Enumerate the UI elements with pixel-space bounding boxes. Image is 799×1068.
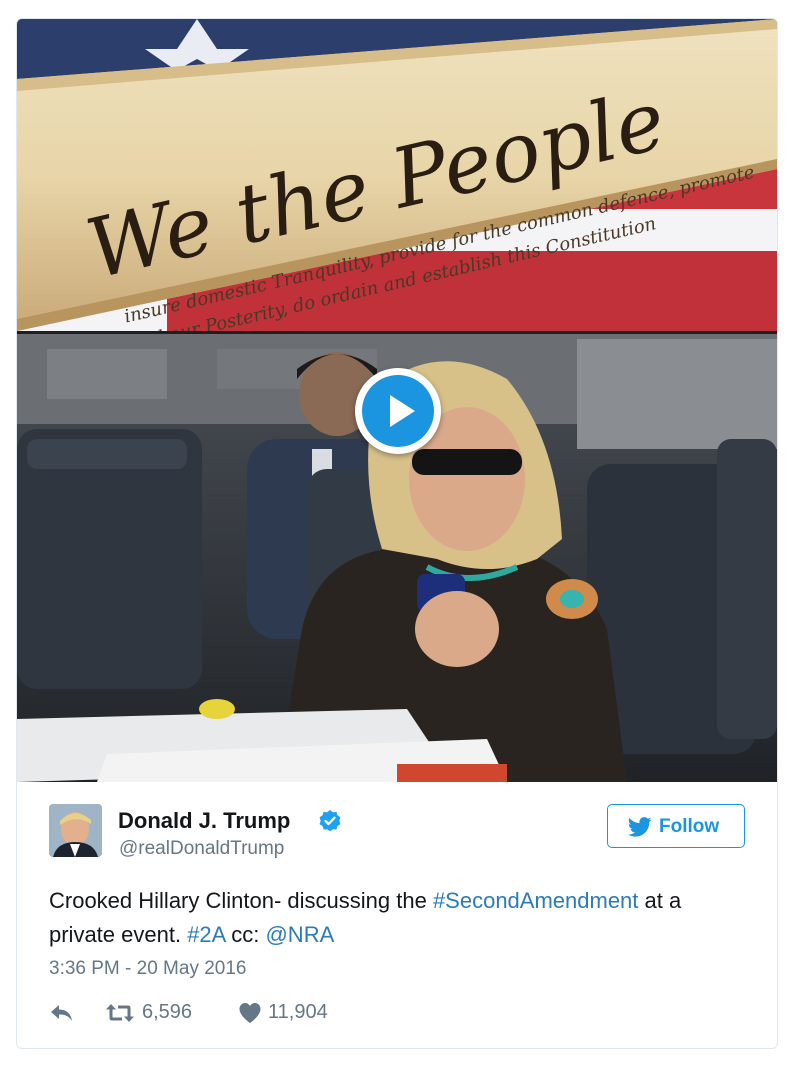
tweet-actions: 6,596 11,904 [49, 1000, 649, 1026]
tweet-card: We the People insure domestic Tranquilit… [16, 18, 778, 1049]
video-thumbnail[interactable]: We the People insure domestic Tranquilit… [17, 19, 777, 782]
retweet-button[interactable]: 6,596 [105, 1000, 215, 1026]
like-count: 11,904 [268, 1001, 328, 1023]
tweet-text-segment: cc: [225, 922, 266, 947]
avatar[interactable] [49, 804, 102, 857]
reply-button[interactable] [49, 1000, 79, 1026]
tweet-text-segment: Crooked Hillary Clinton- discussing the [49, 888, 433, 913]
hashtag-link-secondamendment[interactable]: #SecondAmendment [433, 888, 638, 913]
tweet-text: Crooked Hillary Clinton- discussing the … [49, 884, 749, 952]
like-button[interactable]: 11,904 [238, 1000, 348, 1026]
verified-icon [319, 810, 341, 832]
display-name[interactable]: Donald J. Trump [118, 808, 290, 834]
play-icon [362, 375, 434, 447]
retweet-count: 6,596 [142, 1001, 193, 1023]
mention-link-nra[interactable]: @NRA [265, 922, 334, 947]
tweet-timestamp[interactable]: 3:36 PM - 20 May 2016 [49, 958, 247, 980]
hashtag-link-2a[interactable]: #2A [187, 922, 225, 947]
follow-button[interactable]: Follow [607, 804, 745, 848]
play-button[interactable] [355, 368, 441, 454]
heart-icon [239, 1003, 261, 1023]
reply-icon [51, 1005, 72, 1021]
user-handle[interactable]: @realDonaldTrump [119, 838, 284, 860]
follow-button-label: Follow [659, 816, 720, 837]
retweet-icon [106, 1004, 134, 1022]
twitter-bird-icon [628, 817, 652, 837]
